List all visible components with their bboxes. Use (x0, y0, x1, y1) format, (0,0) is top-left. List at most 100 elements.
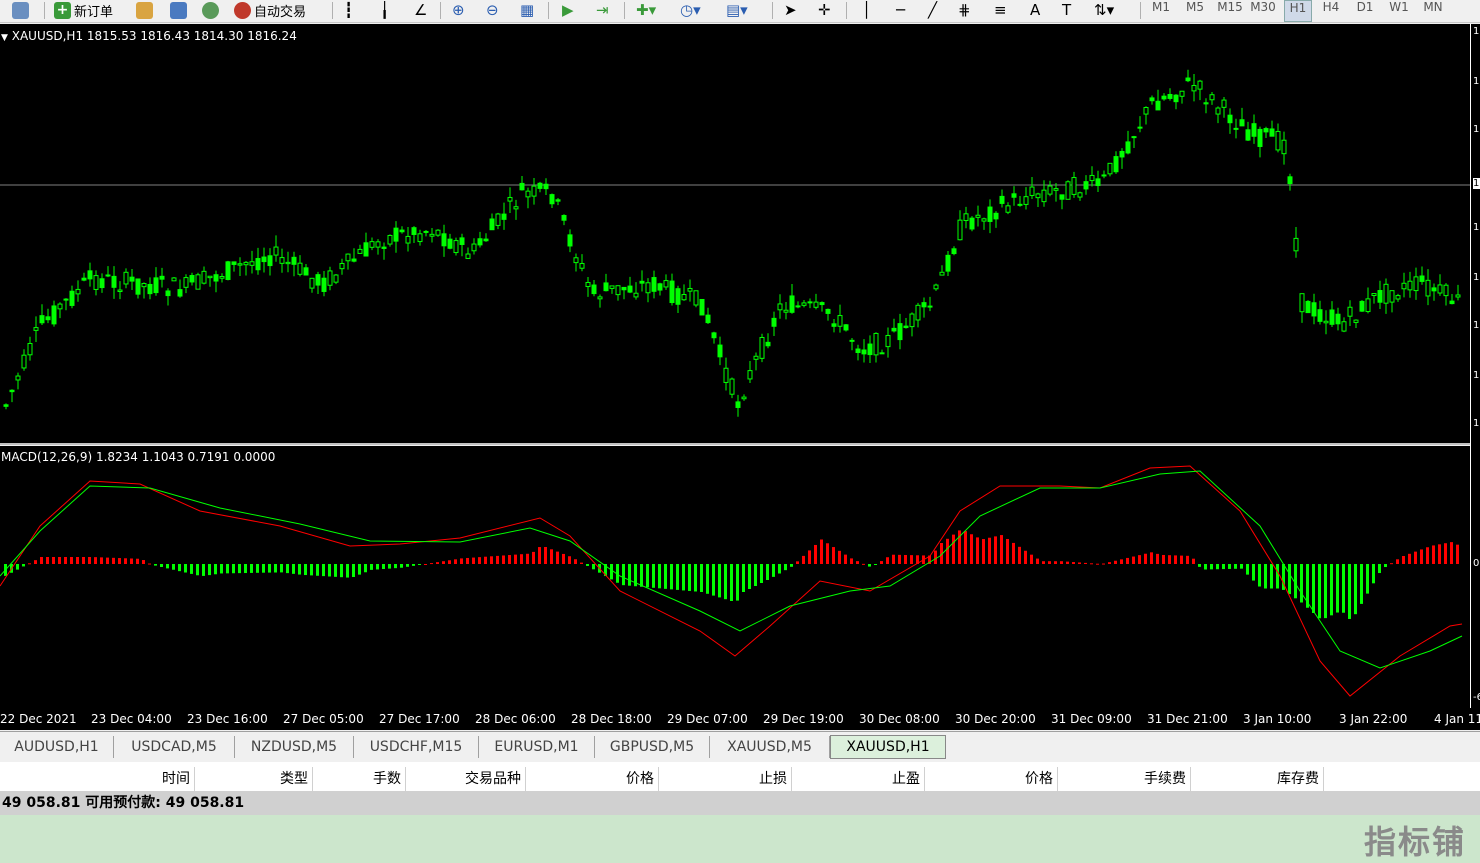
navigator-icon[interactable] (202, 0, 219, 20)
toolbox-icon[interactable] (136, 0, 153, 20)
tab-usdcad-m5[interactable]: USDCAD,M5 (114, 736, 235, 758)
candle-body (861, 349, 867, 355)
tab-nzdusd-m5[interactable]: NZDUSD,M5 (235, 736, 354, 758)
column-type[interactable]: 类型 (195, 767, 313, 791)
timeframe-m30[interactable]: M30 (1248, 0, 1278, 20)
column-current-price[interactable]: 价格 (925, 767, 1058, 791)
macd-histogram-bar (268, 564, 271, 573)
column-take-profit[interactable]: 止盈 (792, 767, 925, 791)
column-swap[interactable]: 库存费 (1191, 767, 1324, 791)
price-axis[interactable]: 1 1 1 1 1 1 1 1 1 0 -6 (1470, 24, 1480, 708)
periods-icon[interactable]: ◷▾ (680, 0, 701, 20)
arrows-icon[interactable]: ⇅▾ (1094, 0, 1114, 20)
tab-usdchf-m15[interactable]: USDCHF,M15 (354, 736, 479, 758)
timeframe-m5[interactable]: M5 (1182, 0, 1208, 20)
macd-histogram-bar (1066, 561, 1069, 564)
tab-audusd-h1[interactable]: AUDUSD,H1 (0, 736, 114, 758)
macd-histogram-bar (496, 555, 499, 564)
candle-body (15, 375, 21, 381)
time-axis-label: 3 Jan 10:00 (1243, 712, 1312, 726)
candle-body (711, 332, 717, 339)
macd-histogram-bar (1342, 564, 1345, 613)
channel-icon[interactable]: ⋕ (958, 0, 971, 20)
macd-svg (0, 465, 1463, 697)
horizontal-line-icon[interactable]: ─ (896, 0, 905, 20)
trendline-icon[interactable]: ╱ (928, 0, 937, 20)
candle-body (621, 286, 627, 291)
price-chart[interactable]: ▼ XAUUSD,H1 1815.53 1816.43 1814.30 1816… (0, 24, 1470, 443)
line-chart-icon[interactable]: ∠ (414, 0, 427, 20)
indicators-icon[interactable]: ✚▾ (636, 0, 656, 20)
timeframe-d1[interactable]: D1 (1352, 0, 1378, 20)
column-lots[interactable]: 手数 (313, 767, 406, 791)
column-commission[interactable]: 手续费 (1058, 767, 1191, 791)
candle-body (1113, 156, 1119, 173)
candle-body (1143, 107, 1149, 115)
candle-body (1311, 302, 1317, 317)
macd-histogram-bar (532, 551, 535, 564)
fibonacci-icon[interactable]: ≡ (994, 0, 1007, 20)
pane-divider[interactable] (0, 443, 1480, 445)
time-axis[interactable]: 22 Dec 2021 23 Dec 04:00 23 Dec 16:00 27 De… (0, 708, 1480, 730)
chart-shift-icon[interactable]: ⇥ (596, 0, 609, 20)
zoom-in-icon[interactable]: ⊕ (452, 0, 465, 20)
auto-trading-button[interactable]: 自动交易 (234, 0, 306, 20)
macd-histogram-bar (154, 564, 157, 566)
crosshair-icon[interactable]: ✛ (818, 0, 831, 20)
bar-chart-icon[interactable]: ┇ (344, 0, 353, 20)
plus-icon: + (54, 1, 71, 19)
tile-windows-icon[interactable]: ▦ (520, 0, 534, 20)
candle-body (789, 295, 795, 313)
timeframe-m1[interactable]: M1 (1148, 0, 1174, 20)
candle-body (561, 214, 567, 221)
macd-panel[interactable]: MACD(12,26,9) 1.8234 1.1043 0.7191 0.000… (0, 446, 1470, 708)
text-icon[interactable]: A (1030, 0, 1040, 20)
zoom-out-icon[interactable]: ⊖ (486, 0, 499, 20)
text-label-icon[interactable]: T (1062, 0, 1071, 20)
candle-body (1023, 196, 1029, 205)
macd-histogram-bar (1312, 564, 1315, 613)
macd-histogram-bar (736, 564, 739, 601)
macd-histogram-bar (700, 564, 703, 592)
tab-gbpusd-m5[interactable]: GBPUSD,M5 (595, 736, 710, 758)
tab-xauusd-m5[interactable]: XAUUSD,M5 (710, 736, 830, 758)
macd-histogram-bar (652, 564, 655, 588)
macd-histogram-bar (904, 554, 907, 564)
candle-body (441, 233, 447, 247)
candle-body (879, 352, 885, 355)
candle-body (945, 254, 951, 272)
macd-histogram-bar (1330, 564, 1333, 616)
timeframe-w1[interactable]: W1 (1386, 0, 1412, 20)
market-watch-icon[interactable] (170, 0, 187, 20)
new-order-button[interactable]: + 新订单 (54, 0, 113, 20)
candle-body (147, 283, 153, 295)
candle-body (1431, 287, 1437, 292)
macd-histogram-bar (1180, 555, 1183, 564)
tab-eurusd-m1[interactable]: EURUSD,M1 (479, 736, 595, 758)
macd-histogram-bar (82, 557, 85, 564)
tab-xauusd-h1[interactable]: XAUUSD,H1 (830, 735, 946, 759)
cursor-icon[interactable]: ➤ (784, 0, 797, 20)
auto-trading-label: 自动交易 (254, 4, 307, 20)
templates-icon[interactable]: ▤▾ (726, 0, 748, 20)
candle-body (657, 283, 663, 291)
candle-body (1119, 150, 1125, 158)
macd-histogram-bar (502, 555, 505, 564)
timeframe-m15[interactable]: M15 (1215, 0, 1245, 20)
zoom-chart-icon[interactable] (12, 0, 29, 20)
column-price[interactable]: 价格 (526, 767, 659, 791)
candle-body (465, 253, 471, 259)
timeframe-mn[interactable]: MN (1420, 0, 1446, 20)
column-symbol[interactable]: 交易品种 (406, 767, 526, 791)
column-stop-loss[interactable]: 止损 (659, 767, 792, 791)
macd-histogram-bar (1366, 564, 1369, 594)
timeframe-h4[interactable]: H4 (1318, 0, 1344, 20)
auto-scroll-icon[interactable]: ▶ (562, 0, 574, 20)
column-time[interactable]: 时间 (0, 767, 195, 791)
macd-histogram-bar (748, 564, 751, 589)
macd-histogram-bar (22, 564, 25, 567)
timeframe-h1[interactable]: H1 (1284, 0, 1312, 22)
vertical-line-icon[interactable]: │ (862, 0, 871, 20)
macd-histogram-bar (322, 564, 325, 577)
candle-chart-icon[interactable]: ╽ (380, 0, 389, 20)
